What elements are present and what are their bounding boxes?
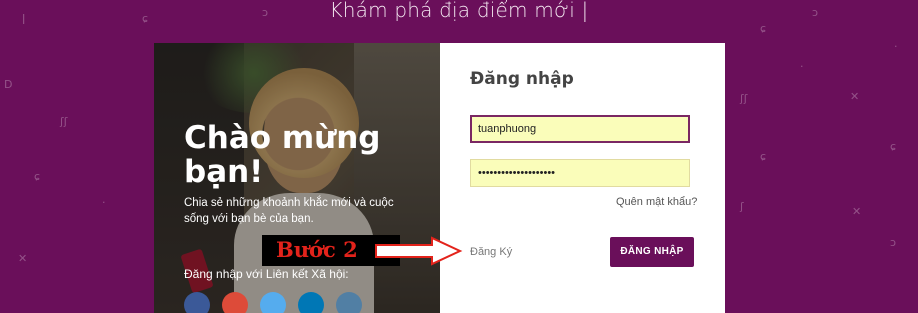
login-card: Chào mừng bạn! Chia sẻ những khoảnh khắc…	[154, 43, 725, 313]
login-title: Đăng nhập	[470, 69, 574, 89]
linkedin-icon[interactable]	[298, 292, 324, 313]
facebook-icon[interactable]	[184, 292, 210, 313]
username-input[interactable]: tuanphuong	[470, 115, 690, 143]
password-input[interactable]: ••••••••••••••••••••	[470, 159, 690, 187]
login-button[interactable]: ĐĂNG NHẬP	[610, 237, 694, 267]
register-link[interactable]: Đăng Ký	[470, 246, 512, 258]
google-plus-icon[interactable]	[222, 292, 248, 313]
hero-subtitle: Chia sẻ những khoảnh khắc mới và cuộc số…	[184, 197, 394, 225]
hero-title: Chào mừng bạn!	[184, 120, 381, 190]
hero-panel: Chào mừng bạn! Chia sẻ những khoảnh khắc…	[154, 43, 440, 313]
page-headline: Khám phá địa điểm mới |	[329, 0, 589, 22]
social-login-label: Đăng nhập với Liên kết Xã hội:	[184, 267, 349, 281]
arrow-right-icon	[375, 236, 463, 266]
instagram-icon[interactable]	[336, 292, 362, 313]
step-label: Bước 2	[276, 237, 358, 262]
twitter-icon[interactable]	[260, 292, 286, 313]
forgot-password-link[interactable]: Quên mật khẩu?	[616, 196, 697, 208]
